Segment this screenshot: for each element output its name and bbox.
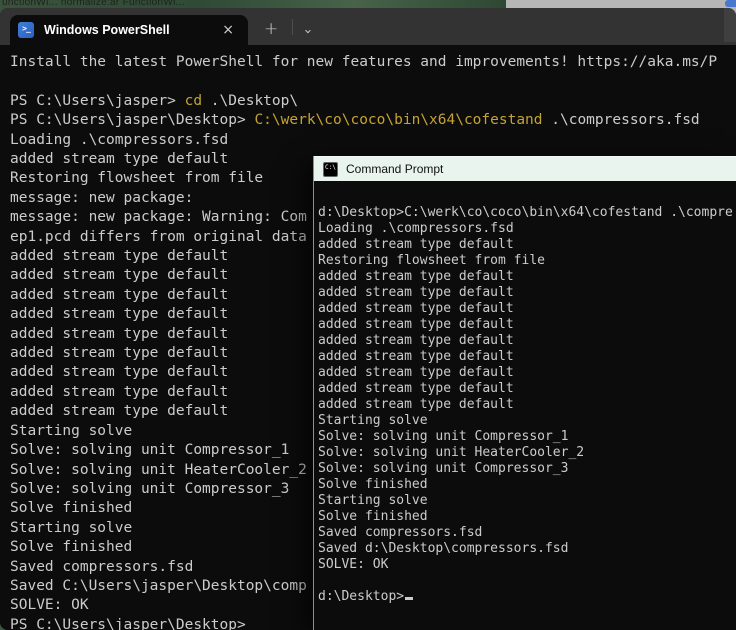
cmd-icon: C:\ [323,162,338,177]
terminal-line: d:\Desktop>C:\werk\co\coco\bin\x64\cofes… [318,205,736,221]
tab-windows-powershell[interactable]: >_ Windows PowerShell × [10,15,248,45]
terminal-line: Solve: solving unit Compressor_1 [318,429,736,445]
chevron-down-icon: › [300,29,315,34]
powershell-icon: >_ [18,22,34,38]
tabbar-right-edge [724,8,736,42]
terminal-line: Solve: solving unit HeaterCooler_2 [318,445,736,461]
terminal-line: added stream type default [318,333,736,349]
terminal-line [318,573,736,589]
tab-dropdown-button[interactable]: › [293,22,322,45]
command-prompt-titlebar[interactable]: C:\ Command Prompt [314,156,736,181]
command-prompt-title: Command Prompt [346,162,443,176]
terminal-line: PS C:\Users\jasper\Desktop> C:\werk\co\c… [10,111,736,130]
background-blue-accent [725,0,736,7]
command-prompt-window: C:\ Command Prompt d:\Desktop>C:\werk\co… [313,156,736,630]
terminal-line: Restoring flowsheet from file [318,253,736,269]
terminal-line: Starting solve [318,493,736,509]
terminal-line: added stream type default [318,381,736,397]
terminal-line: Solve: solving unit Compressor_3 [318,461,736,477]
terminal-line: Loading .\compressors.fsd [318,221,736,237]
powershell-screen[interactable]: Install the latest PowerShell for new fe… [0,45,736,630]
terminal-line: Solve finished [318,477,736,493]
terminal-line: added stream type default [318,317,736,333]
screen: unctionWi... normalize:ar FunctionWi... … [0,0,736,630]
terminal-line: Solve finished [318,509,736,525]
terminal-line: Saved compressors.fsd [318,525,736,541]
terminal-line: SOLVE: OK [318,557,736,573]
terminal-line: added stream type default [318,365,736,381]
tab-title: Windows PowerShell [44,23,216,37]
terminal-line [10,72,736,91]
terminal-line: added stream type default [318,397,736,413]
terminal-line: Loading .\compressors.fsd [10,131,736,150]
tab-bar: >_ Windows PowerShell × + › [0,8,736,45]
terminal-line: added stream type default [318,301,736,317]
text-cursor [405,597,413,600]
terminal-line: added stream type default [318,349,736,365]
terminal-line: added stream type default [318,237,736,253]
background-strip-text: unctionWi... normalize:ar FunctionWi... [2,0,185,8]
terminal-line: d:\Desktop> [318,589,736,605]
terminal-line: PS C:\Users\jasper> cd .\Desktop\ [10,92,736,111]
new-tab-button[interactable]: + [248,17,292,45]
terminal-line: Starting solve [318,413,736,429]
command-prompt-output: d:\Desktop>C:\werk\co\coco\bin\x64\cofes… [314,181,736,605]
terminal-line: Saved d:\Desktop\compressors.fsd [318,541,736,557]
close-tab-icon[interactable]: × [216,21,240,39]
terminal-line: added stream type default [318,285,736,301]
command-prompt-screen[interactable]: d:\Desktop>C:\werk\co\coco\bin\x64\cofes… [314,181,736,630]
terminal-line: added stream type default [318,269,736,285]
terminal-line: Install the latest PowerShell for new fe… [10,53,736,72]
terminal-window: >_ Windows PowerShell × + › Install the … [0,8,736,630]
